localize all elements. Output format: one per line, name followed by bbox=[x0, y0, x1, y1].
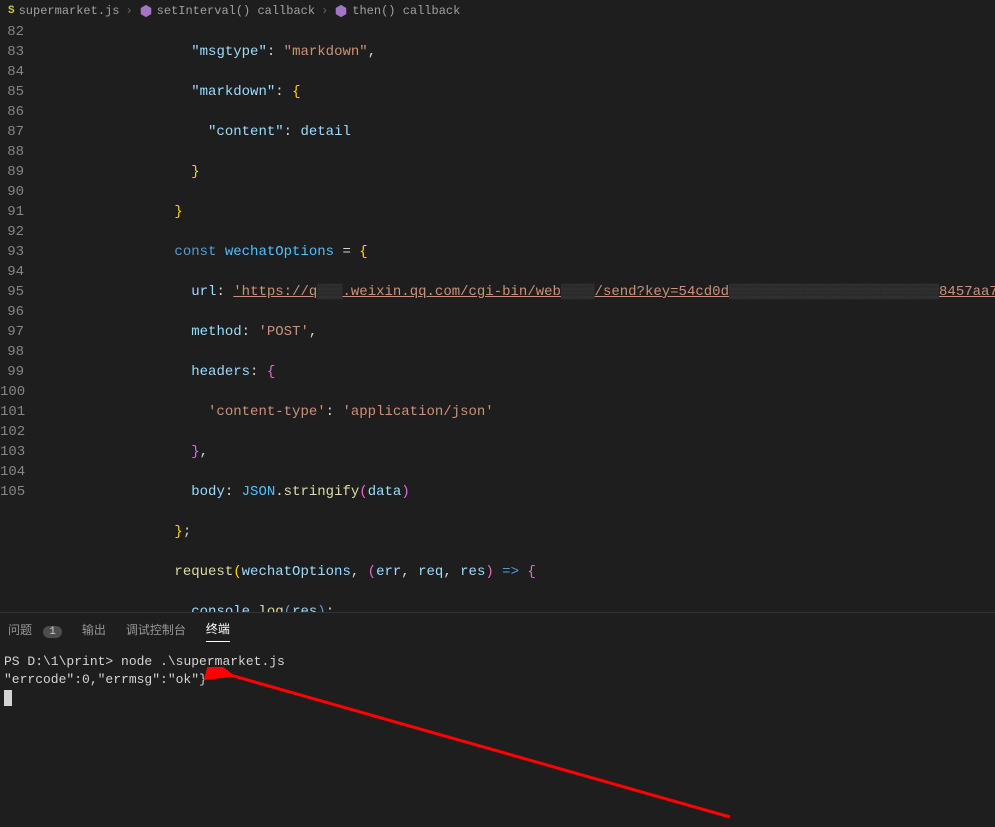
breadcrumb-file[interactable]: S supermarket.js bbox=[8, 4, 119, 18]
line-numbers: 8283848586878889909192939495969798991001… bbox=[0, 22, 40, 612]
tab-problems-label: 问题 bbox=[8, 624, 32, 638]
terminal-command: node .\supermarket.js bbox=[121, 654, 285, 669]
problems-badge: 1 bbox=[43, 626, 62, 638]
bottom-panel: 问题 1 输出 调试控制台 终端 PS D:\1\print> node .\s… bbox=[0, 612, 995, 792]
breadcrumb-label: setInterval() callback bbox=[157, 4, 315, 18]
terminal-output: "errcode":0,"errmsg":"ok"} bbox=[4, 671, 991, 689]
breadcrumb: S supermarket.js › setInterval() callbac… bbox=[0, 0, 995, 22]
terminal[interactable]: PS D:\1\print> node .\supermarket.js "er… bbox=[0, 645, 995, 715]
terminal-command-line: PS D:\1\print> node .\supermarket.js bbox=[4, 653, 991, 671]
tab-debug-label: 调试控制台 bbox=[126, 624, 186, 638]
js-icon: S bbox=[8, 5, 15, 17]
chevron-right-icon: › bbox=[125, 4, 132, 18]
method-icon bbox=[334, 4, 348, 18]
tab-output-label: 输出 bbox=[82, 624, 106, 638]
breadcrumb-callback1[interactable]: setInterval() callback bbox=[139, 4, 315, 18]
chevron-right-icon: › bbox=[321, 4, 328, 18]
panel-tabs: 问题 1 输出 调试控制台 终端 bbox=[0, 613, 995, 645]
code-content[interactable]: "msgtype": "markdown", "markdown": { "co… bbox=[40, 22, 995, 612]
terminal-prompt: PS D:\1\print> bbox=[4, 654, 113, 669]
tab-debug[interactable]: 调试控制台 bbox=[126, 617, 186, 642]
tab-terminal[interactable]: 终端 bbox=[206, 616, 230, 642]
tab-problems[interactable]: 问题 1 bbox=[8, 617, 62, 642]
breadcrumb-file-label: supermarket.js bbox=[19, 4, 120, 18]
breadcrumb-label: then() callback bbox=[352, 4, 460, 18]
terminal-cursor bbox=[4, 690, 12, 706]
method-icon bbox=[139, 4, 153, 18]
editor[interactable]: 8283848586878889909192939495969798991001… bbox=[0, 22, 995, 612]
tab-terminal-label: 终端 bbox=[206, 623, 230, 637]
tab-output[interactable]: 输出 bbox=[82, 617, 106, 642]
breadcrumb-callback2[interactable]: then() callback bbox=[334, 4, 460, 18]
